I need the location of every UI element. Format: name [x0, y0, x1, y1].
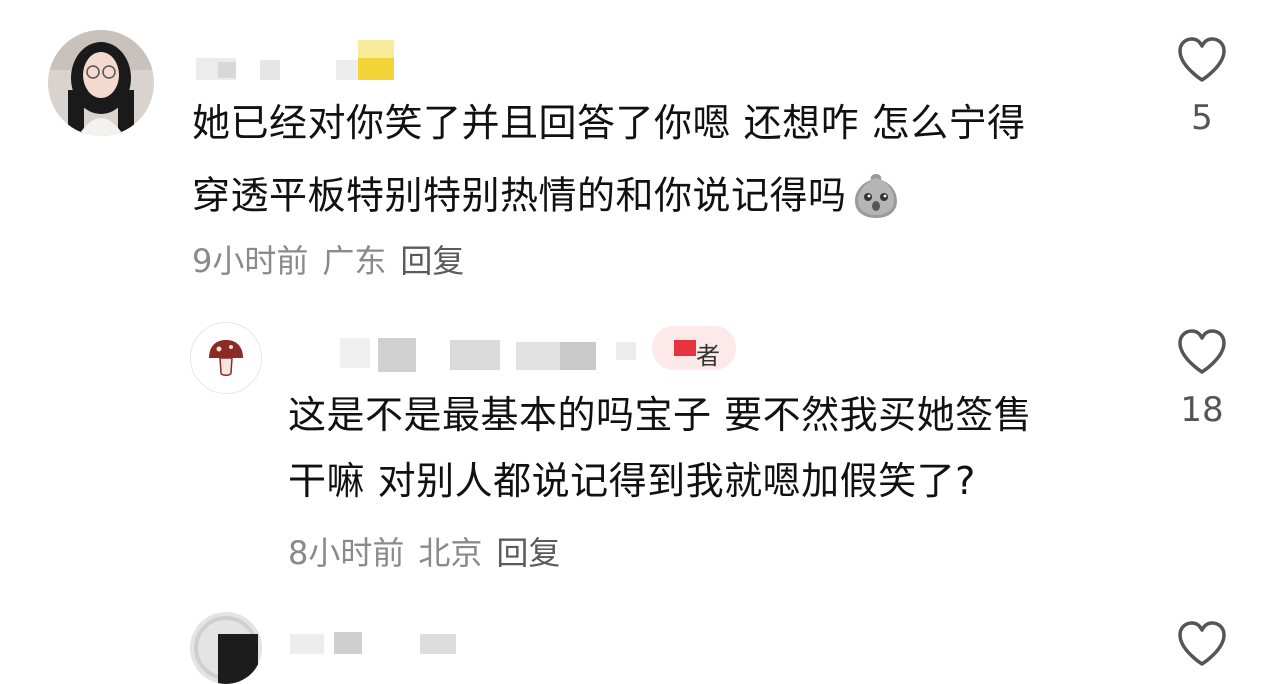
author-badge: 者: [696, 342, 720, 370]
reply-button[interactable]: 回复: [400, 236, 464, 282]
replier-avatar[interactable]: [190, 322, 262, 394]
replier-avatar[interactable]: [190, 612, 262, 684]
reply-location: 北京: [418, 534, 483, 572]
reply-text-line-1: 这是不是最基本的吗宝子 要不然我买她签售: [288, 393, 1033, 437]
reply-text-line-2: 干嘛 对别人都说记得到我就嗯加假笑了?: [288, 459, 976, 503]
like-button[interactable]: [1172, 620, 1232, 668]
commenter-username-blurred[interactable]: [196, 40, 406, 84]
commenter-avatar[interactable]: [48, 30, 154, 136]
reply-meta: 8小时前 北京 回复: [288, 528, 560, 574]
heart-outline-icon[interactable]: [1176, 620, 1228, 668]
like-count: 5: [1191, 98, 1213, 138]
comment-text-line-1: 她已经对你笑了并且回答了你嗯 还想咋 怎么宁得: [192, 101, 1026, 145]
reply-button[interactable]: 回复: [496, 528, 560, 574]
like-button[interactable]: 18: [1172, 328, 1232, 430]
comment-meta: 9小时前 广东 回复: [192, 236, 464, 282]
avatar-image: [190, 612, 262, 684]
comment-location: 广东: [322, 242, 387, 280]
replier-username-blurred[interactable]: [290, 620, 470, 664]
mushroom-icon: [209, 340, 243, 376]
heart-outline-icon[interactable]: [1176, 36, 1228, 84]
like-button[interactable]: 5: [1172, 36, 1232, 138]
replier-username-blurred[interactable]: [300, 326, 740, 372]
comment-text-line-2: 穿透平板特别特别热情的和你说记得吗: [192, 170, 901, 226]
like-count: 18: [1180, 390, 1224, 430]
avatar-image: [48, 30, 154, 136]
heart-outline-icon[interactable]: [1176, 328, 1228, 376]
comment-time: 9小时前: [192, 242, 309, 280]
comment-text-line-2-content: 穿透平板特别特别热情的和你说记得吗: [192, 173, 847, 218]
sweat-blob-emoji-icon: [851, 170, 901, 226]
reply-time: 8小时前: [288, 534, 405, 572]
